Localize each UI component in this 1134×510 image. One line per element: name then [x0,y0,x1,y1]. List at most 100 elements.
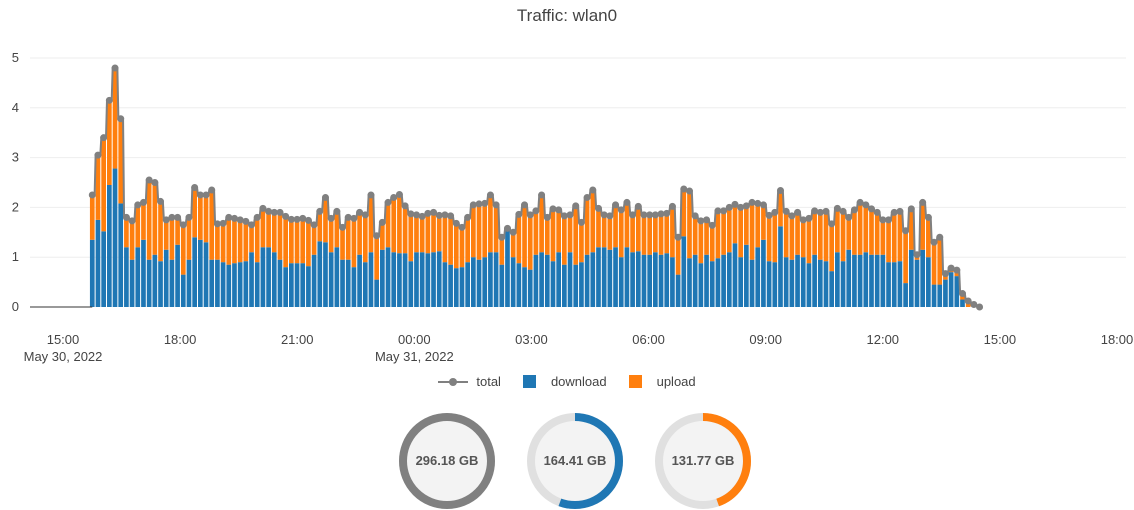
gauge-download-value: 164.41 GB [543,453,607,468]
total-point [674,233,682,241]
download-bar [903,283,908,307]
total-point [304,216,312,224]
upload-bar [289,219,294,264]
download-bar [709,261,715,307]
x-tick-label: 00:00 [398,332,431,347]
download-bar [453,268,459,307]
download-bar [169,259,175,307]
total-point [151,179,159,186]
total-point [367,191,375,199]
download-bar [493,252,499,307]
x-tick-label: 09:00 [749,332,782,347]
upload-bar [448,215,453,265]
total-point [111,64,119,72]
upload-bar [687,190,692,259]
download-bar [948,272,954,307]
download-bar [698,263,704,307]
upload-bar [698,220,704,264]
total-point [202,191,210,199]
total-point [668,202,676,210]
download-bar [812,254,817,307]
legend-item-total[interactable]: total [438,374,501,389]
upload-bar [613,204,618,248]
download-bar [744,244,749,307]
download-bar [106,184,112,307]
x-tick-label: 03:00 [515,332,548,347]
total-point [782,207,790,215]
download-bar [846,249,852,307]
total-point [902,227,910,235]
upload-bar [823,211,829,262]
total-point [361,211,369,219]
download-bar [300,263,306,307]
x-axis-ticks: 15:00 May 30, 2022 18:00 21:00 00:00 May 31, … [24,332,1134,364]
download-bar [328,252,334,307]
total-point [526,211,534,219]
x-tick-label: 12:00 [867,332,900,347]
upload-bar [471,204,476,258]
upload-bar [601,214,607,248]
download-bar [283,267,289,307]
legend-label-upload: upload [656,374,696,389]
upload-bar [658,213,664,255]
upload-bar [129,220,135,260]
download-bar [380,249,385,307]
download-bar [823,261,829,307]
total-point [629,211,637,219]
upload-bar [317,211,323,242]
total-point [384,198,392,206]
download-bar [243,261,249,307]
total-point [532,207,540,215]
upload-bar [357,212,362,255]
total-point [350,214,358,222]
legend-item-download[interactable]: download [522,374,607,389]
y-tick-label: 1 [12,249,19,264]
upload-bar [294,219,300,264]
upload-bar [749,202,755,260]
total-point [612,201,620,209]
total-point [555,206,563,214]
legend-item-upload[interactable]: upload [628,374,696,389]
total-point [179,221,187,229]
download-bar [726,252,732,307]
upload-bar [630,214,635,253]
gauge-download: 164.41 GB [526,412,624,510]
total-point [771,208,779,216]
total-point [464,213,472,221]
upload-bar [857,202,863,255]
download-bar [664,253,670,307]
download-bar [397,253,402,307]
download-bar [886,262,891,307]
download-bar [573,264,579,307]
upload-bar [397,194,402,254]
download-bar [334,247,340,307]
download-bar [556,252,562,307]
download-bar [863,252,869,307]
upload-bar [653,214,658,253]
download-bar [539,252,544,307]
download-bar [891,262,897,307]
total-point [105,96,113,104]
download-bar [357,254,362,307]
total-point [845,213,853,221]
download-bar [340,259,345,307]
download-bar [835,252,840,307]
upload-bar [374,235,380,280]
total-point [885,216,893,224]
legend-label-download: download [550,374,607,389]
total-point [492,201,500,209]
total-point [333,207,341,215]
download-bar [715,258,721,307]
upload-bar [362,214,368,263]
upload-bar [260,208,266,248]
stacked-bars [89,67,977,307]
download-bar [226,264,232,307]
download-bar [749,259,755,307]
total-point [373,232,381,240]
upload-bar [789,215,795,260]
total-point [321,193,329,201]
upload-bar [880,219,886,255]
total-point [339,223,347,231]
upload-bar [562,215,567,265]
upload-bar [840,211,846,262]
